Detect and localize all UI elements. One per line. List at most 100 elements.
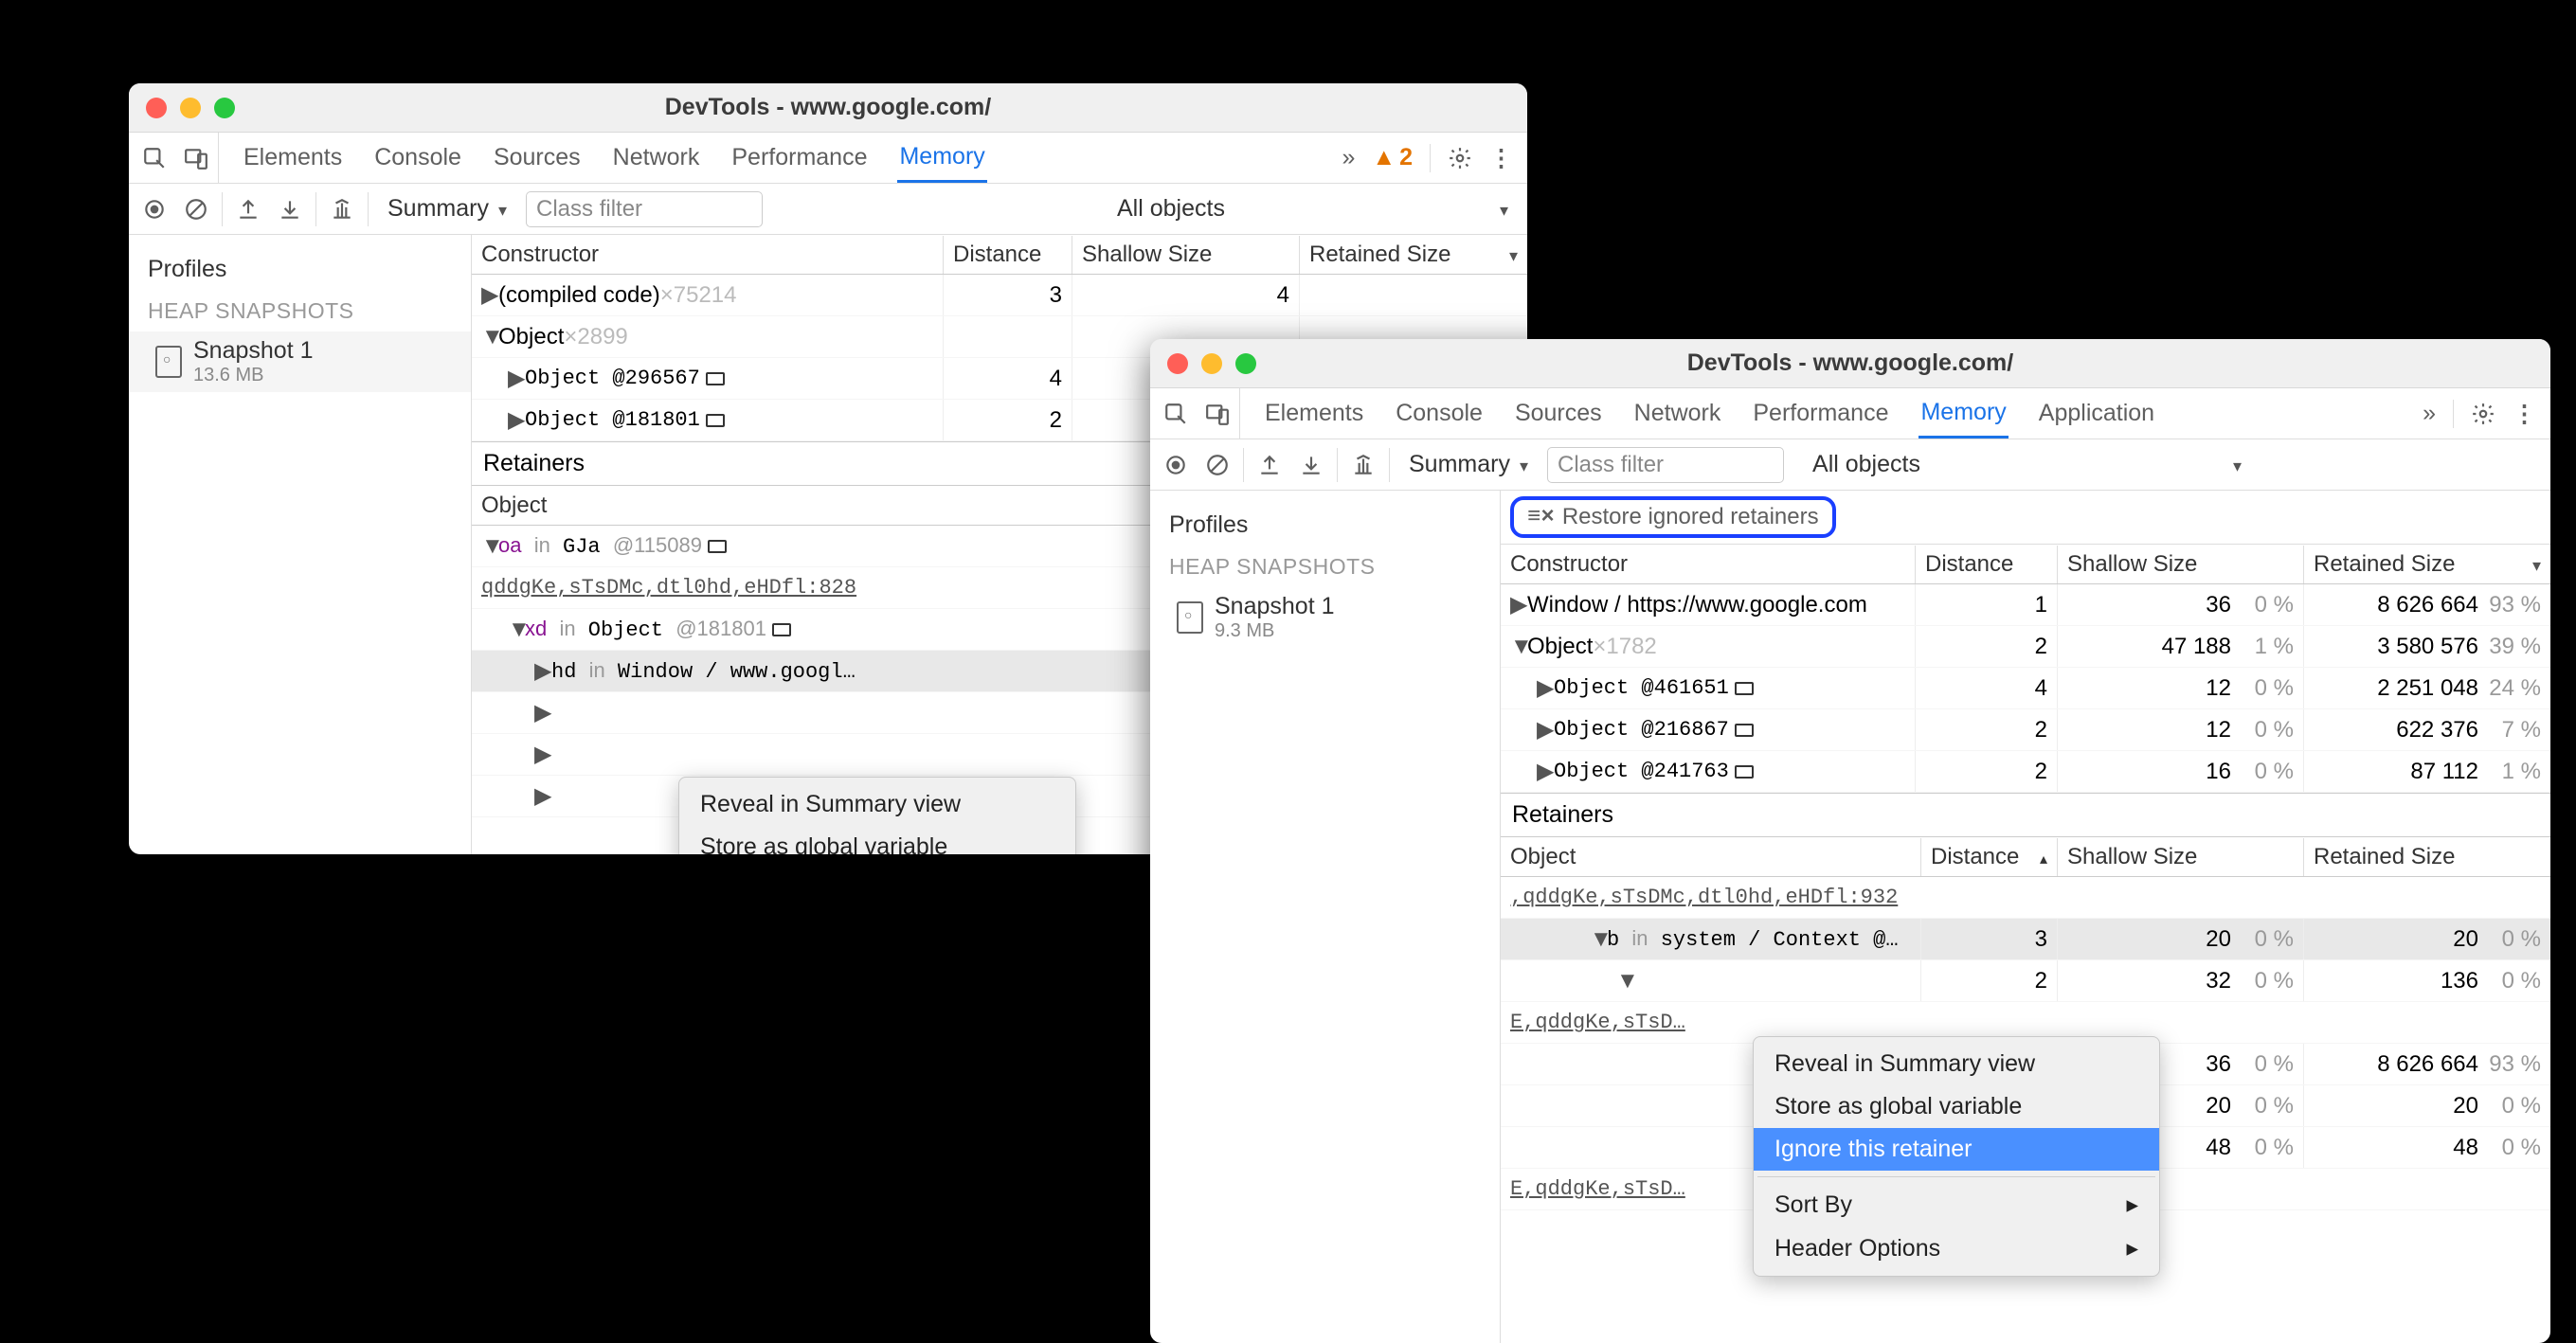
snapshot-size: 9.3 MB (1215, 620, 1335, 642)
tab-console[interactable]: Console (1394, 388, 1485, 439)
constructors-header[interactable]: Constructor Distance Shallow Size Retain… (1501, 545, 2550, 584)
tab-network[interactable]: Network (1632, 388, 1723, 439)
restore-label: Restore ignored retainers (1562, 504, 1819, 530)
titlebar[interactable]: DevTools - www.google.com/ (1150, 339, 2550, 388)
tab-sources[interactable]: Sources (1513, 388, 1604, 439)
retainers-label: Retainers (1501, 793, 2550, 837)
upload-icon[interactable] (236, 197, 261, 222)
tab-memory[interactable]: Memory (1918, 388, 2008, 439)
profiles-title: Profiles (1150, 504, 1500, 546)
scope-select[interactable]: All objects (1111, 195, 1514, 223)
col-shallow[interactable]: Shallow Size (1072, 236, 1300, 274)
col-shallow[interactable]: Shallow Size (2058, 838, 2304, 876)
restore-ignored-retainers-button[interactable]: ≡× Restore ignored retainers (1510, 496, 1836, 538)
upload-icon[interactable] (1257, 453, 1282, 477)
col-constructor[interactable]: Constructor (1501, 546, 1916, 583)
col-distance[interactable]: Distance (944, 236, 1072, 274)
restore-icon: ≡× (1527, 505, 1555, 530)
clear-icon[interactable] (184, 197, 208, 222)
inspect-icon[interactable] (142, 146, 167, 170)
col-retained[interactable]: Retained Size (2304, 838, 2550, 876)
tab-performance[interactable]: Performance (1751, 388, 1890, 439)
menu-item-store-as-global-variable[interactable]: Store as global variable (679, 826, 1075, 854)
context-menu[interactable]: Reveal in Summary viewStore as global va… (678, 777, 1076, 854)
class-filter-input[interactable] (1547, 447, 1784, 483)
table-row[interactable]: ▼ Object ×1782247 1881 %3 580 57639 % (1501, 626, 2550, 668)
menu-item-reveal-in-summary-view[interactable]: Reveal in Summary view (679, 783, 1075, 826)
tab-network[interactable]: Network (611, 133, 702, 183)
menu-item-ignore-this-retainer[interactable]: Ignore this retainer (1754, 1128, 2159, 1171)
tab-sources[interactable]: Sources (492, 133, 583, 183)
snapshot-icon (155, 346, 182, 378)
tab-elements[interactable]: Elements (242, 133, 344, 183)
snapshot-name: Snapshot 1 (193, 337, 314, 365)
devtools-window-after: DevTools - www.google.com/ Elements Conso… (1150, 339, 2550, 1343)
table-row[interactable]: ▼ 2320 %1360 % (1501, 960, 2550, 1002)
tab-application[interactable]: Application (2037, 388, 2156, 439)
memory-toolbar: Summary All objects (129, 184, 1527, 235)
gear-icon[interactable] (1448, 146, 1472, 170)
table-row[interactable]: ,qddgKe,sTsDMc,dtl0hd,eHDfl:932 (1501, 877, 2550, 919)
profiles-sidebar: Profiles HEAP SNAPSHOTS Snapshot 1 9.3 M… (1150, 491, 1501, 1343)
col-constructor[interactable]: Constructor (472, 236, 944, 274)
tab-elements[interactable]: Elements (1263, 388, 1365, 439)
table-row[interactable]: ▶ Object @4616514120 %2 251 04824 % (1501, 668, 2550, 709)
device-icon[interactable] (1205, 402, 1230, 426)
snapshot-item[interactable]: Snapshot 1 9.3 MB (1150, 587, 1500, 648)
record-icon[interactable] (1163, 453, 1188, 477)
more-tabs[interactable]: » (1342, 144, 1355, 171)
col-retained[interactable]: Retained Size (1300, 236, 1527, 274)
memory-toolbar: Summary All objects (1150, 439, 2550, 491)
profiles-sidebar: Profiles HEAP SNAPSHOTS Snapshot 1 13.6 … (129, 235, 472, 854)
snapshot-size: 13.6 MB (193, 365, 314, 386)
inspect-icon[interactable] (1163, 402, 1188, 426)
clear-icon[interactable] (1205, 453, 1230, 477)
col-distance[interactable]: Distance (1916, 546, 2058, 583)
col-distance[interactable]: Distance (1921, 838, 2058, 876)
scope-select[interactable]: All objects (1807, 451, 2247, 478)
view-select[interactable]: Summary (1403, 451, 1534, 478)
profiles-title: Profiles (129, 248, 471, 291)
heap-snapshots-section: HEAP SNAPSHOTS (129, 291, 471, 331)
snapshot-item[interactable]: Snapshot 1 13.6 MB (129, 331, 471, 392)
warnings-badge[interactable]: ▲ 2 (1372, 144, 1413, 171)
table-row[interactable]: ▶ (compiled code) ×7521434 (472, 275, 1527, 316)
col-object[interactable]: Object (1501, 838, 1921, 876)
menu-item-store-as-global-variable[interactable]: Store as global variable (1754, 1085, 2159, 1128)
panel-tabs: Elements Console Sources Network Performance… (129, 133, 1527, 184)
gear-icon[interactable] (2471, 402, 2495, 426)
panel-tabs: Elements Console Sources Network Performance… (1150, 388, 2550, 439)
more-tabs[interactable]: » (2423, 400, 2436, 427)
gc-icon[interactable] (330, 197, 354, 222)
table-row[interactable]: ▶ Window / https://www.google.com1360 %8… (1501, 584, 2550, 626)
menu-item-sort-by[interactable]: Sort By▸ (1754, 1183, 2159, 1227)
snapshot-icon (1177, 601, 1203, 634)
kebab-icon[interactable]: ⋮ (2513, 400, 2537, 428)
record-icon[interactable] (142, 197, 167, 222)
window-title: DevTools - www.google.com/ (129, 94, 1527, 121)
context-menu[interactable]: Reveal in Summary viewStore as global va… (1753, 1036, 2160, 1277)
device-icon[interactable] (184, 146, 208, 170)
tab-memory[interactable]: Memory (897, 133, 986, 183)
table-row[interactable]: ▼ b in system / Context @…3200 %200 % (1501, 919, 2550, 960)
kebab-icon[interactable]: ⋮ (1489, 144, 1514, 172)
gc-icon[interactable] (1351, 453, 1376, 477)
snapshot-name: Snapshot 1 (1215, 593, 1335, 620)
constructors-header[interactable]: Constructor Distance Shallow Size Retain… (472, 235, 1527, 275)
tab-performance[interactable]: Performance (730, 133, 869, 183)
menu-item-header-options[interactable]: Header Options▸ (1754, 1227, 2159, 1270)
download-icon[interactable] (278, 197, 302, 222)
retainers-header[interactable]: Object Distance Shallow Size Retained Si… (1501, 837, 2550, 877)
view-select[interactable]: Summary (382, 195, 513, 223)
heap-snapshots-section: HEAP SNAPSHOTS (1150, 546, 1500, 587)
download-icon[interactable] (1299, 453, 1324, 477)
col-retained[interactable]: Retained Size (2304, 546, 2550, 583)
tab-console[interactable]: Console (372, 133, 463, 183)
menu-item-reveal-in-summary-view[interactable]: Reveal in Summary view (1754, 1043, 2159, 1085)
col-shallow[interactable]: Shallow Size (2058, 546, 2304, 583)
titlebar[interactable]: DevTools - www.google.com/ (129, 83, 1527, 133)
window-title: DevTools - www.google.com/ (1150, 349, 2550, 377)
table-row[interactable]: ▶ Object @2417632160 %87 1121 % (1501, 751, 2550, 793)
class-filter-input[interactable] (526, 191, 763, 227)
table-row[interactable]: ▶ Object @2168672120 %622 3767 % (1501, 709, 2550, 751)
